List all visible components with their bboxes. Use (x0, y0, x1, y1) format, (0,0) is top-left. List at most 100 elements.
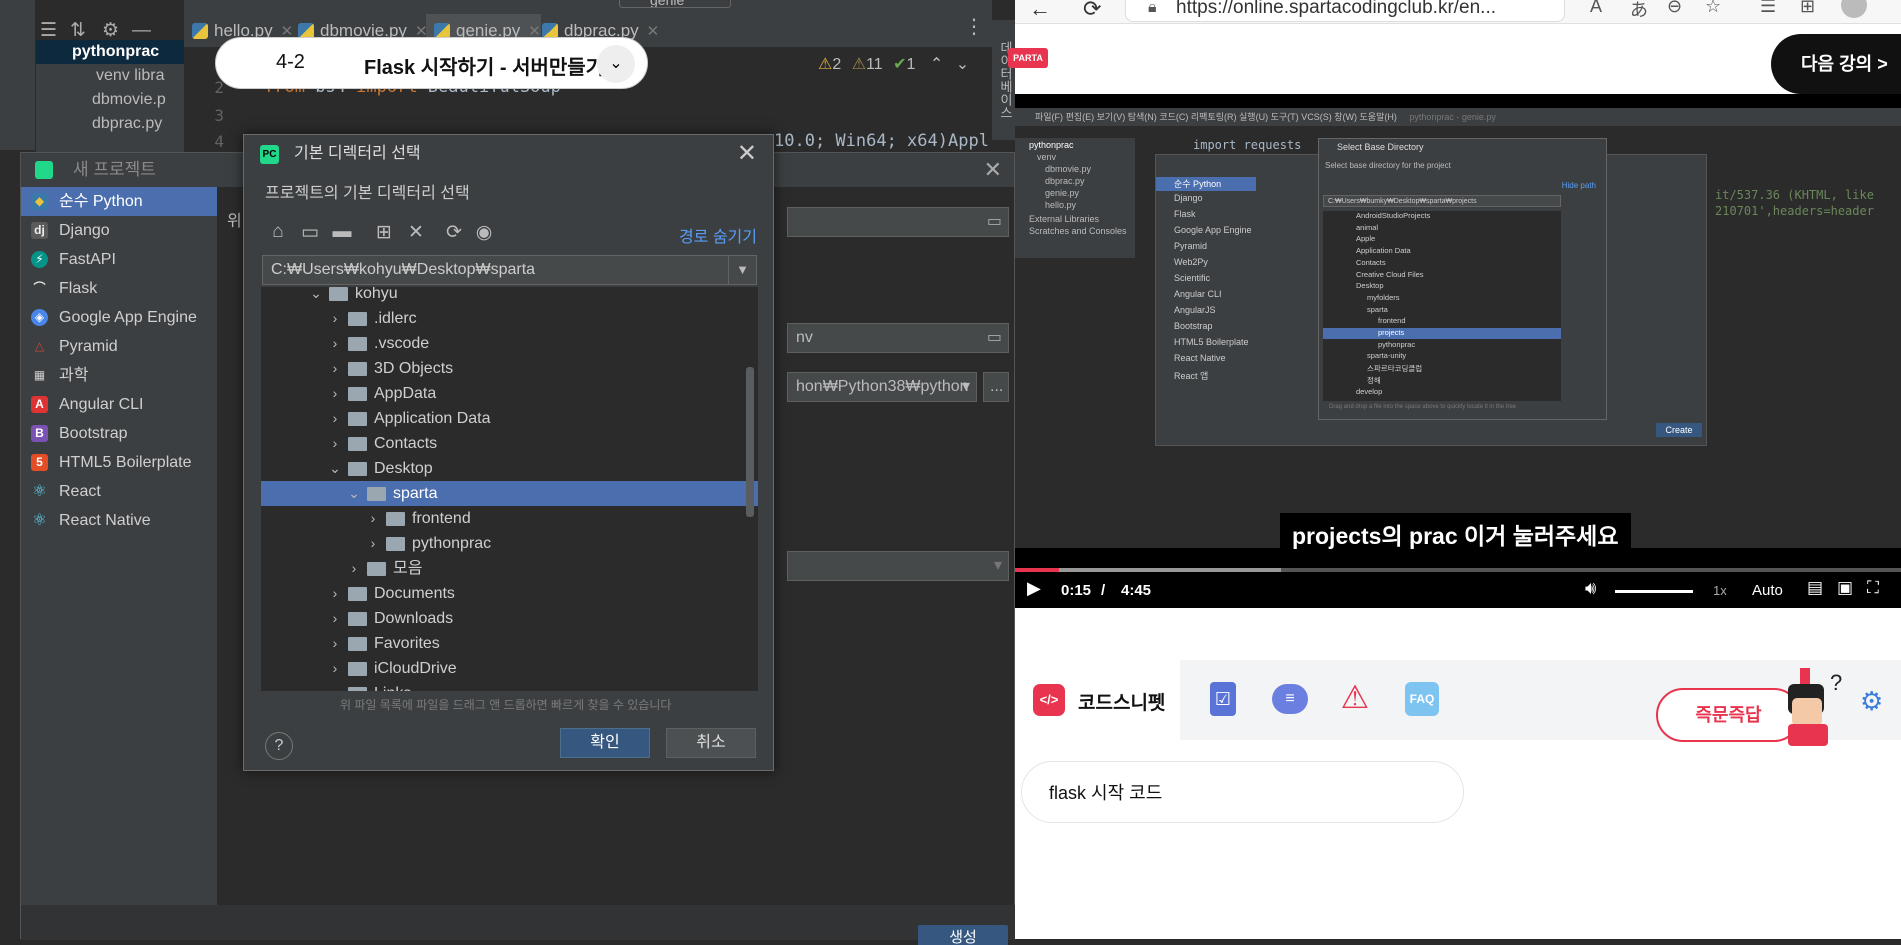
inherit-select[interactable]: ▾ (787, 551, 1009, 581)
chat-icon[interactable]: ≡ (1272, 684, 1308, 714)
show-hidden-icon[interactable]: ◉ (471, 221, 497, 244)
generator-google-app-engine[interactable]: ◈ Google App Engine (21, 303, 217, 332)
tree-node[interactable]: ⌄ sparta (261, 481, 758, 506)
chevron-right-icon[interactable]: › (328, 606, 342, 631)
generator-pure-python[interactable]: ◆ 순수 Python (21, 187, 217, 216)
generator-fastapi[interactable]: ⚡ FastAPI (21, 245, 217, 274)
back-arrow-icon[interactable]: ← (1029, 0, 1051, 22)
pip-icon[interactable]: ▣ (1837, 578, 1853, 598)
history-dropdown-icon[interactable]: ▼ (728, 256, 756, 284)
snippet-card[interactable]: flask 시작 코드 (1021, 761, 1464, 823)
delete-icon[interactable]: ✕ (403, 221, 429, 244)
new-folder-icon[interactable]: ⊞ (371, 221, 397, 244)
subtitles-icon[interactable]: ▤ (1807, 578, 1823, 598)
chevron-down-icon[interactable]: ⌄ (309, 287, 323, 306)
video-progress-bar[interactable] (1015, 568, 1901, 572)
chevron-right-icon[interactable]: › (328, 631, 342, 656)
translate-icon[interactable]: あ (1630, 0, 1648, 22)
quality-button[interactable]: Auto (1752, 582, 1783, 599)
inspection-widget[interactable]: ⚠2 ⚠11 ✔1 ⌃ ⌄ (818, 54, 988, 76)
generator-pyramid[interactable]: △ Pyramid (21, 332, 217, 361)
chevron-right-icon[interactable]: › (328, 306, 342, 331)
generator-react-native[interactable]: ⚛ React Native (21, 506, 217, 535)
tree-node[interactable]: › Contacts (261, 431, 758, 456)
read-aloud-icon[interactable]: A (1590, 0, 1602, 17)
chevron-right-icon[interactable]: › (328, 381, 342, 406)
tree-node[interactable]: › Links (261, 681, 758, 691)
generator-flask[interactable]: ⌒ Flask (21, 274, 217, 303)
play-icon[interactable]: ▶ (1027, 578, 1041, 599)
generator-html5[interactable]: 5 HTML5 Boilerplate (21, 448, 217, 477)
favorite-icon[interactable]: ☆ (1705, 0, 1721, 17)
generator-django[interactable]: dj Django (21, 216, 217, 245)
path-input[interactable]: C:₩Users₩kohyu₩Desktop₩sparta ▼ (262, 255, 757, 285)
chevron-right-icon[interactable]: › (328, 406, 342, 431)
collections-icon[interactable]: ⊞ (1800, 0, 1815, 17)
generator-react[interactable]: ⚛ React (21, 477, 217, 506)
browse-button[interactable]: ... (983, 372, 1009, 402)
tree-node[interactable]: › .vscode (261, 331, 758, 356)
venv-location-field[interactable]: nv ▭ (787, 323, 1009, 353)
fullscreen-icon[interactable]: ⛶ (1867, 578, 1879, 598)
tree-node[interactable]: ⌄ Desktop (261, 456, 758, 481)
tree-node[interactable]: › iCloudDrive (261, 656, 758, 681)
close-icon[interactable]: ✕ (737, 135, 757, 173)
hide-path-link[interactable]: 경로 숨기기 (679, 223, 757, 247)
help-button[interactable]: ? (265, 732, 293, 760)
desktop-icon[interactable]: ▭ (297, 221, 323, 244)
base-interpreter-select[interactable]: hon₩Python38₩python ▾ (787, 372, 977, 402)
chevron-right-icon[interactable]: › (347, 556, 361, 581)
location-field[interactable]: ▭ (787, 207, 1009, 237)
chevron-right-icon[interactable]: › (328, 356, 342, 381)
checklist-icon[interactable]: ☑ (1210, 682, 1236, 716)
next-lecture-button[interactable]: 다음 강의 > (1771, 34, 1901, 94)
address-bar[interactable]: 🔒︎ https://online.spartacodingclub.kr/en… (1125, 0, 1565, 22)
generator-science[interactable]: ▦ 과학 (21, 361, 217, 390)
chevron-down-icon[interactable]: ⌄ (956, 56, 969, 73)
speed-button[interactable]: 1x (1713, 583, 1727, 598)
faq-icon[interactable]: FAQ (1405, 682, 1439, 716)
database-tool-window-tab[interactable]: 데이터베이스 (992, 20, 1015, 140)
tree-node[interactable]: ⌄ kohyu (261, 287, 758, 306)
generator-bootstrap[interactable]: B Bootstrap (21, 419, 217, 448)
sparta-logo[interactable]: PARTA (1008, 48, 1048, 68)
tree-node[interactable]: › pythonprac (261, 531, 758, 556)
chevron-right-icon[interactable]: › (366, 531, 380, 556)
refresh-icon[interactable]: ⟳ (1083, 0, 1101, 22)
tree-node[interactable]: › 3D Objects (261, 356, 758, 381)
tree-node[interactable]: › .idlerc (261, 306, 758, 331)
home-icon[interactable]: ⌂ (265, 221, 291, 243)
close-icon[interactable]: ✕ (984, 153, 1002, 187)
tree-node[interactable]: › frontend (261, 506, 758, 531)
gear-icon[interactable]: ⚙ (1860, 686, 1888, 716)
project-folder-icon[interactable]: ▬ (329, 221, 355, 243)
profile-avatar[interactable] (1841, 0, 1867, 18)
refresh-icon[interactable]: ⟳ (441, 221, 467, 244)
tree-node[interactable]: › Favorites (261, 631, 758, 656)
create-button[interactable]: 생성 (918, 925, 1008, 945)
ok-button[interactable]: 확인 (560, 728, 650, 758)
tree-node[interactable]: › Downloads (261, 606, 758, 631)
chevron-right-icon[interactable]: › (328, 656, 342, 681)
lecture-selector[interactable]: 4-2 Flask 시작하기 - 서버만들기 ⌄ (215, 37, 648, 89)
chevron-down-icon[interactable]: ⌄ (597, 45, 635, 83)
folder-icon[interactable]: ▭ (987, 324, 1002, 352)
more-tabs-icon[interactable]: ⋮ (964, 14, 984, 39)
close-icon[interactable]: ✕ (647, 23, 660, 40)
favorites-list-icon[interactable]: ☰ (1760, 0, 1776, 17)
chevron-right-icon[interactable]: › (328, 431, 342, 456)
generator-angular[interactable]: A Angular CLI (21, 390, 217, 419)
chevron-right-icon[interactable]: › (328, 331, 342, 356)
chevron-right-icon[interactable]: › (328, 581, 342, 606)
folder-icon[interactable]: ▭ (987, 208, 1002, 236)
tree-node[interactable]: › 모음 (261, 556, 758, 581)
chevron-right-icon[interactable]: › (366, 506, 380, 531)
tree-node[interactable]: › Application Data (261, 406, 758, 431)
chevron-up-icon[interactable]: ⌃ (930, 56, 943, 73)
volume-icon[interactable]: 🔊︎ (1585, 578, 1596, 599)
cancel-button[interactable]: 취소 (666, 728, 756, 758)
tree-node[interactable]: › AppData (261, 381, 758, 406)
zoom-icon[interactable]: ⊖ (1667, 0, 1682, 17)
chevron-right-icon[interactable]: › (328, 681, 342, 691)
chevron-down-icon[interactable]: ⌄ (328, 456, 342, 481)
